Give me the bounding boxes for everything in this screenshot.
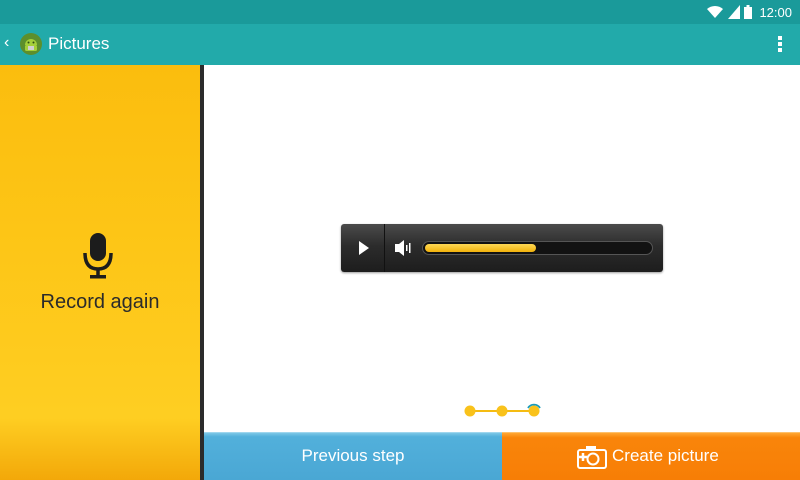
- record-again-button[interactable]: Record again: [0, 65, 200, 480]
- menu-dot: [778, 36, 782, 40]
- previous-step-label: Previous step: [301, 446, 405, 465]
- create-picture-button[interactable]: Create picture: [502, 432, 800, 480]
- step-dot: [528, 405, 540, 417]
- page-title: Pictures: [48, 34, 110, 53]
- step-dot: [464, 405, 476, 417]
- volume-icon: [395, 240, 411, 256]
- camera-icon: [577, 446, 607, 469]
- status-bar: 12:00: [0, 0, 800, 24]
- cell-signal-icon: [728, 5, 741, 19]
- audio-player: [341, 224, 663, 272]
- wifi-icon: [707, 5, 724, 18]
- overflow-menu-icon[interactable]: [770, 34, 790, 54]
- battery-icon: [744, 5, 753, 19]
- status-time: 12:00: [759, 4, 792, 20]
- previous-step-button[interactable]: Previous step: [204, 432, 502, 480]
- audio-progress-bar[interactable]: [422, 241, 653, 255]
- action-bar: ‹ Pictures: [0, 24, 800, 65]
- panel-divider: [200, 65, 204, 480]
- step-indicator: [464, 403, 541, 417]
- status-icons: 12:00: [706, 3, 792, 21]
- step-dot: [496, 405, 508, 417]
- audio-progress-fill: [425, 244, 536, 252]
- microphone-icon: [83, 233, 113, 279]
- android-app-icon[interactable]: [19, 32, 43, 56]
- play-button[interactable]: [341, 224, 385, 272]
- chevron-left-icon[interactable]: ‹: [4, 34, 9, 52]
- volume-button[interactable]: [389, 224, 417, 272]
- create-picture-label: Create picture: [612, 446, 719, 465]
- play-icon: [359, 241, 369, 255]
- menu-dot: [778, 48, 782, 52]
- menu-dot: [778, 42, 782, 46]
- record-again-label: Record again: [40, 291, 160, 313]
